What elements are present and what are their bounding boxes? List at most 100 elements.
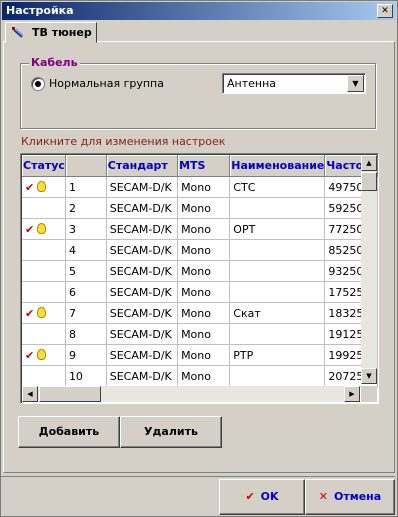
bulb-icon [37,307,47,318]
ok-button[interactable]: ✔ OK [219,479,305,515]
tv-tuner-icon [12,27,24,38]
name-cell[interactable] [229,365,326,387]
scroll-corner [361,386,377,402]
mts-cell[interactable]: Mono [177,176,231,198]
add-button[interactable]: Добавить [18,416,120,448]
number-cell[interactable]: 10 [65,365,107,387]
standard-cell[interactable]: SECAM-D/K [106,176,179,198]
name-cell[interactable]: Скат [229,302,326,324]
table-row[interactable]: ✔ 3 SECAM-D/K Mono ОРТ 77250 [22,218,378,240]
bulb-icon [37,223,47,234]
table-row[interactable]: 5 SECAM-D/K Mono 93250 [22,260,378,282]
group-legend: Кабель [29,56,80,69]
col-header-standard[interactable]: Стандарт [106,155,179,177]
scroll-up-button[interactable]: ▲ [361,155,377,171]
name-cell[interactable] [229,239,326,261]
table-row[interactable]: 4 SECAM-D/K Mono 85250 [22,239,378,261]
horizontal-scroll-thumb[interactable] [39,386,101,402]
standard-cell[interactable]: SECAM-D/K [106,281,179,303]
mts-cell[interactable]: Mono [177,218,231,240]
check-icon: ✔ [25,181,35,194]
col-header-status[interactable]: Статус [22,155,66,177]
number-cell[interactable]: 6 [65,281,107,303]
standard-cell[interactable]: SECAM-D/K [106,239,179,261]
normal-group-radio[interactable] [31,77,45,91]
scroll-right-button[interactable]: ▶ [344,386,360,402]
number-cell[interactable]: 5 [65,260,107,282]
mts-cell[interactable]: Mono [177,260,231,282]
horizontal-scrollbar[interactable]: ◀ ▶ [22,386,360,402]
check-icon: ✔ [25,307,35,320]
table-header-row: Статус Стандарт MTS Наименование Частота [22,155,378,177]
standard-cell[interactable]: SECAM-D/K [106,260,179,282]
table-row[interactable]: 8 SECAM-D/K Mono 19125 [22,323,378,345]
status-cell[interactable] [22,239,66,261]
mts-cell[interactable]: Mono [177,365,231,387]
hint-text: Кликните для изменения настроек [21,135,226,148]
table-row[interactable]: ✔ 7 SECAM-D/K Mono Скат 18325 [22,302,378,324]
mts-cell[interactable]: Mono [177,281,231,303]
name-cell[interactable]: СТС [229,176,326,198]
ok-label: OK [260,490,279,503]
number-cell[interactable]: 8 [65,323,107,345]
tab-tv-tuner[interactable]: ТВ тюнер [5,22,97,43]
col-header-mts[interactable]: MTS [177,155,231,177]
bulb-icon [37,181,47,192]
source-combo[interactable]: Антенна ▼ [222,73,366,94]
table-row[interactable]: 6 SECAM-D/K Mono 17525 [22,281,378,303]
cancel-button[interactable]: ✕ Отмена [305,479,395,515]
standard-cell[interactable]: SECAM-D/K [106,365,179,387]
vertical-scroll-thumb[interactable] [361,172,377,191]
channel-table: Статус Стандарт MTS Наименование Частота… [22,155,378,387]
standard-cell[interactable]: SECAM-D/K [106,344,179,366]
status-cell[interactable]: ✔ [22,344,66,366]
name-cell[interactable] [229,260,326,282]
number-cell[interactable]: 2 [65,197,107,219]
standard-cell[interactable]: SECAM-D/K [106,197,179,219]
status-cell[interactable]: ✔ [22,302,66,324]
name-cell[interactable]: ОРТ [229,218,326,240]
standard-cell[interactable]: SECAM-D/K [106,218,179,240]
number-cell[interactable]: 9 [65,344,107,366]
number-cell[interactable]: 4 [65,239,107,261]
table-row[interactable]: ✔ 1 SECAM-D/K Mono СТС 49750 [22,176,378,198]
scroll-left-button[interactable]: ◀ [22,386,38,402]
channel-grid[interactable]: Статус Стандарт MTS Наименование Частота… [20,153,379,404]
table-row[interactable]: ✔ 9 SECAM-D/K Mono РТР 19925 [22,344,378,366]
table-row[interactable]: 2 SECAM-D/K Mono 59250 [22,197,378,219]
mts-cell[interactable]: Mono [177,344,231,366]
scroll-down-button[interactable]: ▼ [361,368,377,384]
name-cell[interactable] [229,281,326,303]
mts-cell[interactable]: Mono [177,323,231,345]
standard-cell[interactable]: SECAM-D/K [106,302,179,324]
status-cell[interactable] [22,365,66,387]
table-row[interactable]: 10 SECAM-D/K Mono 20725 [22,365,378,387]
col-header-name[interactable]: Наименование [229,155,326,177]
col-header-number[interactable] [65,155,107,177]
cancel-label: Отмена [334,490,382,503]
status-cell[interactable] [22,281,66,303]
combo-dropdown-button[interactable]: ▼ [347,75,364,92]
number-cell[interactable]: 7 [65,302,107,324]
status-cell[interactable]: ✔ [22,218,66,240]
number-cell[interactable]: 3 [65,218,107,240]
name-cell[interactable]: РТР [229,344,326,366]
close-button[interactable]: ✕ [377,4,393,18]
status-cell[interactable] [22,323,66,345]
status-cell[interactable] [22,197,66,219]
chevron-down-icon: ▼ [352,79,359,88]
name-cell[interactable] [229,197,326,219]
name-cell[interactable] [229,323,326,345]
delete-button[interactable]: Удалить [120,416,222,448]
number-cell[interactable]: 1 [65,176,107,198]
mts-cell[interactable]: Mono [177,197,231,219]
vertical-scrollbar[interactable]: ▲ ▼ [361,155,377,384]
status-cell[interactable] [22,260,66,282]
status-cell[interactable]: ✔ [22,176,66,198]
check-icon: ✔ [245,490,255,503]
title-bar[interactable]: Настройка ✕ [2,2,396,20]
mts-cell[interactable]: Mono [177,302,231,324]
mts-cell[interactable]: Mono [177,239,231,261]
standard-cell[interactable]: SECAM-D/K [106,323,179,345]
normal-group-label[interactable]: Нормальная группа [49,77,164,90]
